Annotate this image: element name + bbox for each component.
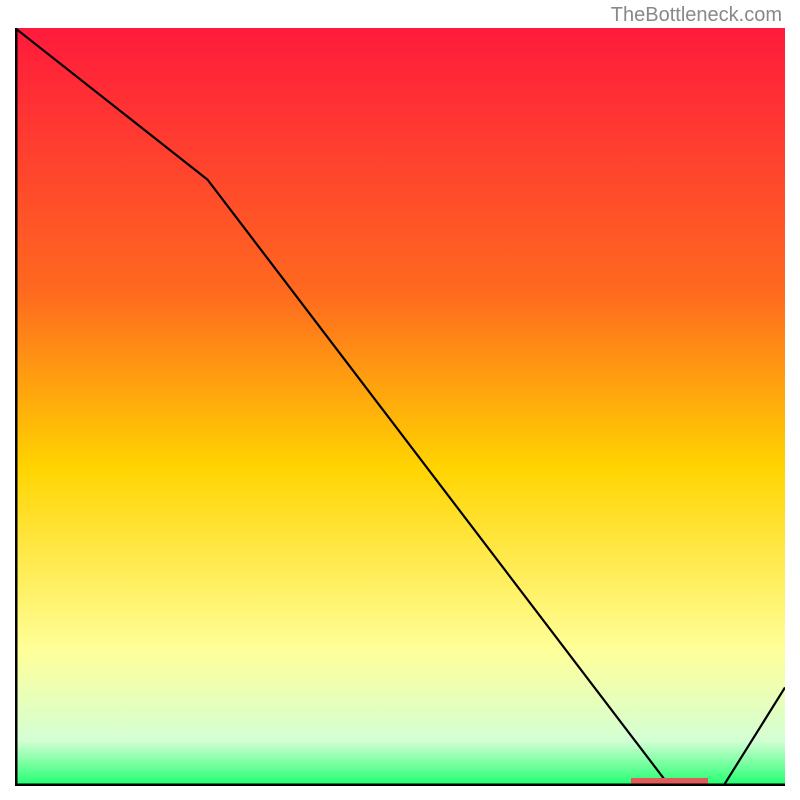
chart-container: TheBottleneck.com xyxy=(0,0,800,800)
watermark-text: TheBottleneck.com xyxy=(611,4,782,27)
min-marker xyxy=(631,778,708,784)
plot-area xyxy=(15,28,785,786)
chart-background xyxy=(15,28,785,786)
chart-svg xyxy=(15,28,785,786)
